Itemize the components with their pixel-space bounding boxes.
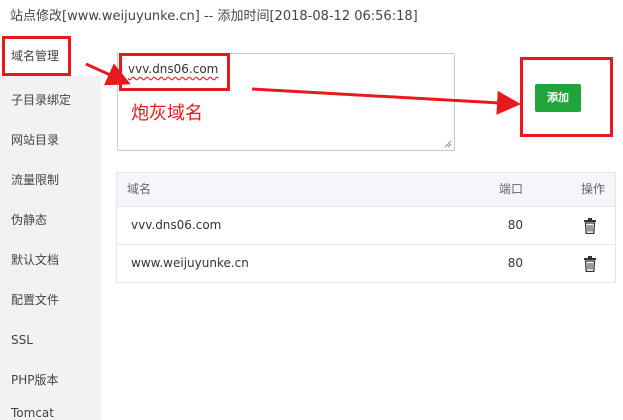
sidebar-item-default-document[interactable]: 默认文档 bbox=[0, 240, 101, 280]
annotation-box-input bbox=[119, 53, 230, 91]
column-header-operation: 操作 bbox=[580, 182, 605, 196]
sidebar-item-pseudo-static[interactable]: 伪静态 bbox=[0, 200, 101, 240]
sidebar-item-traffic-limit[interactable]: 流量限制 bbox=[0, 160, 101, 200]
column-header-domain: 域名 bbox=[127, 182, 152, 196]
column-header-port: 端口 bbox=[498, 182, 523, 196]
resize-grip-icon[interactable] bbox=[444, 140, 452, 148]
table-header: 域名 端口 操作 bbox=[117, 173, 615, 207]
window-title: 站点修改[www.weijuyunke.cn] -- 添加时间[2018-08-… bbox=[0, 0, 623, 36]
domain-cell: www.weijuyunke.cn bbox=[131, 256, 249, 270]
sidebar: 域名管理 子目录绑定 网站目录 流量限制 伪静态 默认文档 配置文件 SSL P… bbox=[0, 36, 101, 420]
table-row: vvv.dns06.com 80 bbox=[117, 207, 615, 245]
annotation-label: 炮灰域名 bbox=[131, 103, 203, 124]
port-cell: 80 bbox=[507, 256, 523, 270]
trash-icon[interactable] bbox=[583, 218, 597, 234]
trash-icon[interactable] bbox=[583, 256, 597, 272]
annotation-box-sidebar bbox=[2, 36, 71, 76]
sidebar-item-config-file[interactable]: 配置文件 bbox=[0, 280, 101, 320]
domain-table: 域名 端口 操作 vvv.dns06.com 80 www.weijuyunke… bbox=[116, 172, 616, 283]
sidebar-item-php-version[interactable]: PHP版本 bbox=[0, 360, 101, 400]
table-row: www.weijuyunke.cn 80 bbox=[117, 245, 615, 282]
port-cell: 80 bbox=[507, 218, 523, 232]
sidebar-item-tomcat[interactable]: Tomcat bbox=[0, 400, 101, 420]
sidebar-item-ssl[interactable]: SSL bbox=[0, 320, 101, 360]
sidebar-item-site-directory[interactable]: 网站目录 bbox=[0, 120, 101, 160]
domain-cell: vvv.dns06.com bbox=[131, 218, 222, 232]
sidebar-item-subdirectory-binding[interactable]: 子目录绑定 bbox=[0, 80, 101, 120]
annotation-box-add bbox=[520, 57, 613, 137]
